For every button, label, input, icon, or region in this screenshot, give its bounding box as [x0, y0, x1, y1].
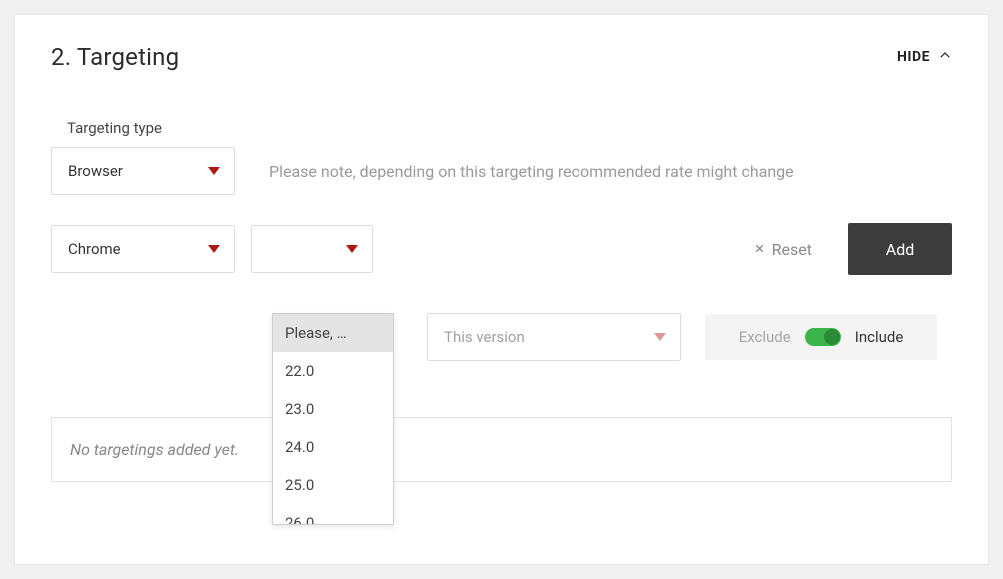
reset-button[interactable]: Reset: [753, 240, 812, 259]
toggle-knob: [824, 329, 840, 345]
targeting-card: 2. Targeting HIDE Targeting type Browser…: [14, 14, 989, 565]
dropdown-item[interactable]: 23.0: [273, 390, 393, 428]
browser-row: Chrome Reset Add: [51, 223, 952, 275]
add-button[interactable]: Add: [848, 223, 952, 275]
exclude-label: Exclude: [739, 328, 791, 346]
version-dropdown-scroll[interactable]: Please, … 22.0 23.0 24.0 25.0 26.0: [273, 314, 393, 524]
targeting-type-select[interactable]: Browser: [51, 147, 235, 195]
hide-label: HIDE: [897, 49, 930, 65]
scope-row: This version Exclude Include: [427, 313, 952, 361]
dropdown-item[interactable]: 26.0: [273, 504, 393, 524]
empty-state-text: No targetings added yet.: [70, 440, 933, 459]
include-exclude-toggle: Exclude Include: [705, 314, 937, 360]
reset-label: Reset: [772, 240, 812, 259]
toggle-switch[interactable]: [805, 328, 841, 346]
targeting-type-label: Targeting type: [67, 119, 952, 137]
caret-down-icon: [208, 167, 220, 175]
hide-button[interactable]: HIDE: [897, 48, 952, 66]
targeting-type-row: Browser Please note, depending on this t…: [51, 147, 952, 195]
caret-down-icon: [208, 245, 220, 253]
scope-placeholder: This version: [444, 328, 525, 346]
targetings-list: No targetings added yet.: [51, 417, 952, 482]
caret-down-icon: [346, 245, 358, 253]
dropdown-item[interactable]: Please, …: [273, 314, 393, 352]
targeting-type-value: Browser: [68, 162, 123, 180]
dropdown-item[interactable]: 25.0: [273, 466, 393, 504]
scope-select[interactable]: This version: [427, 313, 681, 361]
section-title: 2. Targeting: [51, 43, 179, 71]
browser-select[interactable]: Chrome: [51, 225, 235, 273]
browser-value: Chrome: [68, 240, 121, 258]
caret-down-icon: [654, 333, 666, 341]
close-icon: [753, 240, 766, 259]
targeting-note: Please note, depending on this targeting…: [269, 162, 794, 181]
version-select[interactable]: [251, 225, 373, 273]
dropdown-item[interactable]: 22.0: [273, 352, 393, 390]
include-label: Include: [855, 328, 904, 346]
card-header: 2. Targeting HIDE: [51, 43, 952, 71]
chevron-up-icon: [938, 48, 952, 66]
dropdown-item[interactable]: 24.0: [273, 428, 393, 466]
version-dropdown: Please, … 22.0 23.0 24.0 25.0 26.0: [272, 313, 394, 525]
